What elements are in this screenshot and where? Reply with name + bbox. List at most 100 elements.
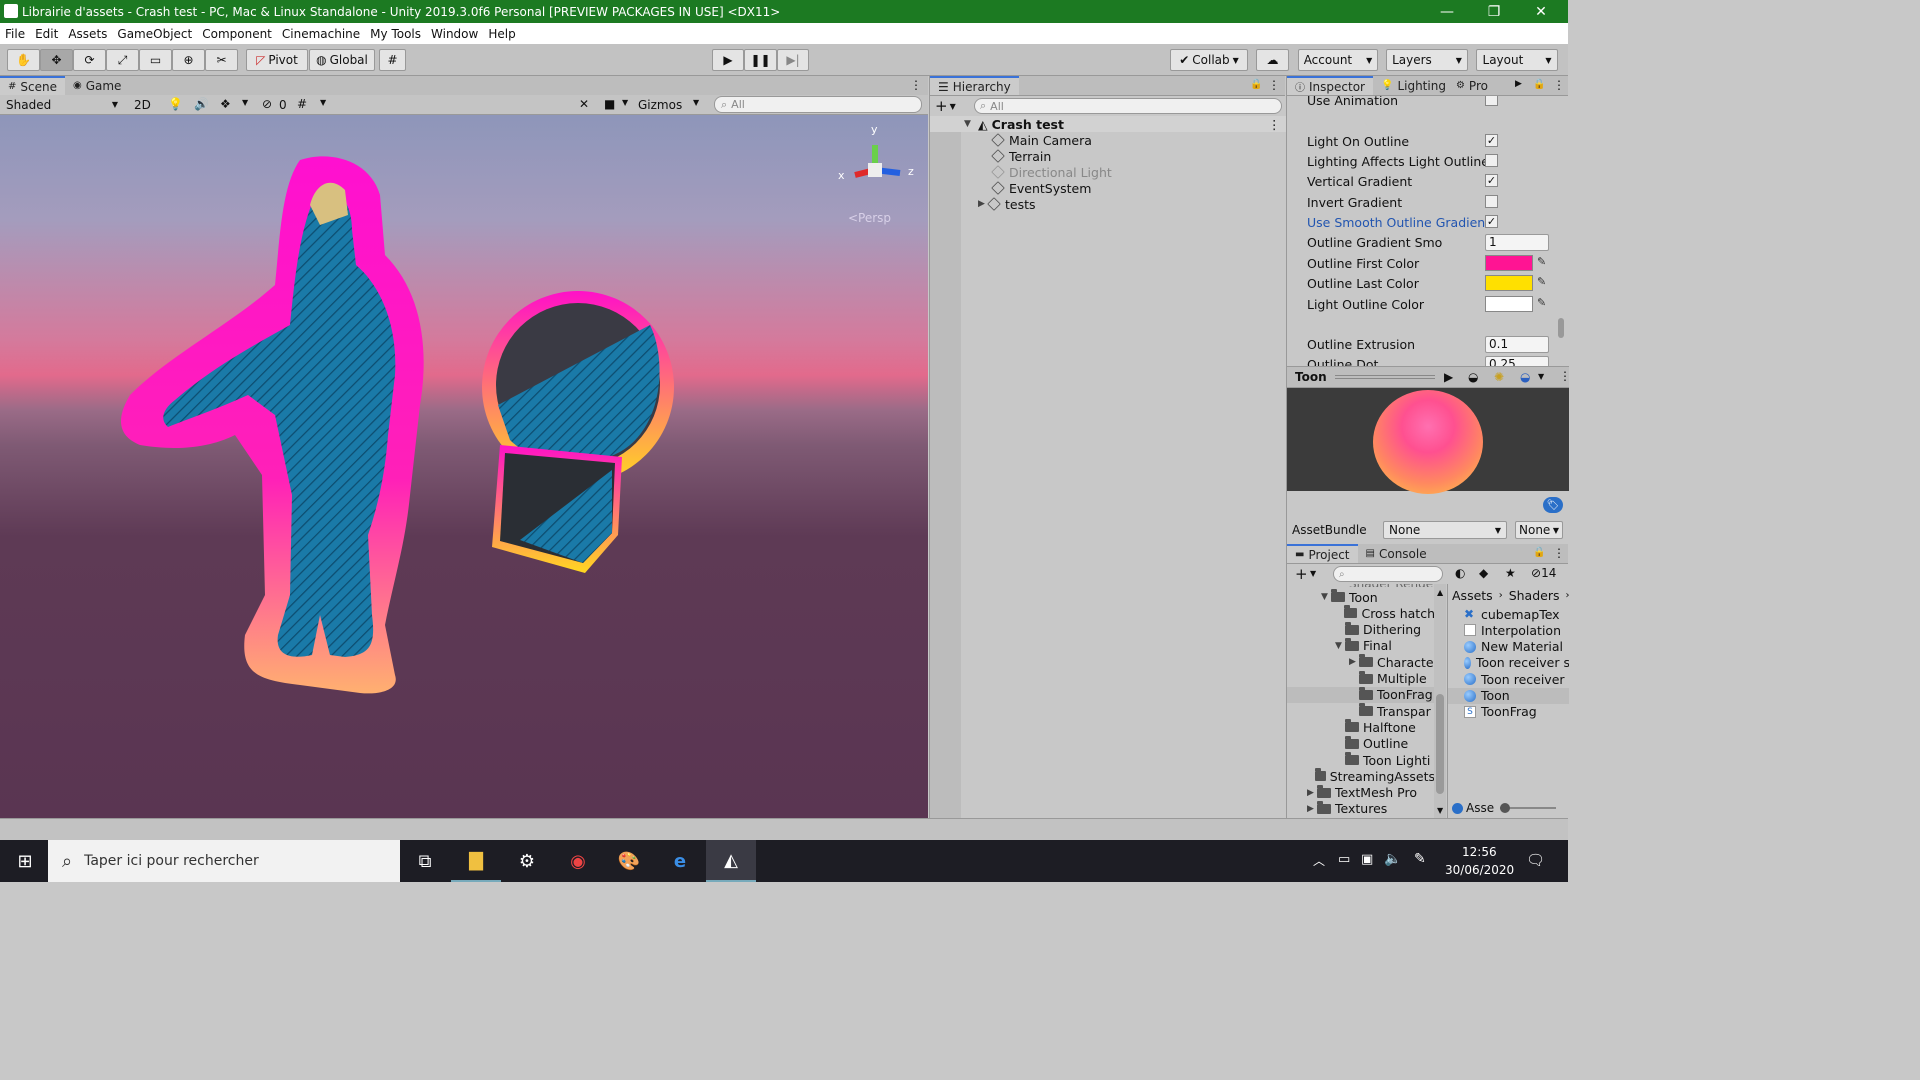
folder-tree-item[interactable]: ▶ Characte [1287, 654, 1435, 670]
lock-icon[interactable]: 🔒 [1533, 79, 1545, 90]
visibility-off-icon[interactable]: ⊘ [262, 97, 272, 111]
grid-toggle-icon[interactable]: # [297, 97, 307, 111]
filter-type-icon[interactable]: ◐ [1455, 566, 1465, 580]
layers-dropdown[interactable]: Layers ▼ [1386, 49, 1468, 71]
eyedropper-icon[interactable]: ✎ [1537, 296, 1549, 310]
material-preview[interactable] [1287, 388, 1569, 494]
battery-icon[interactable]: ▭ [1338, 852, 1350, 867]
play-button[interactable]: ▶ [712, 49, 744, 71]
layout-dropdown[interactable]: Layout ▼ [1476, 49, 1558, 71]
asset-list-item[interactable]: ✖ cubemapTex [1448, 606, 1569, 622]
chevron-up-icon[interactable]: ︿ [1313, 852, 1325, 869]
prop-use-animation-checkbox[interactable] [1485, 96, 1498, 106]
minimize-button[interactable]: — [1423, 0, 1471, 23]
prop-smooth-gradient-checkbox[interactable]: ✓ [1485, 215, 1498, 228]
hierarchy-item-terrain[interactable]: Terrain [930, 148, 1286, 164]
icon-size-slider[interactable] [1500, 803, 1556, 813]
scene-row[interactable]: ▼ ◭ Crash test ⋮ [930, 116, 1286, 132]
assetbundle-variant-dropdown[interactable]: None ▼ [1515, 521, 1563, 539]
hand-tool-button[interactable]: ✋ [7, 49, 40, 71]
step-button[interactable]: ▶| [777, 49, 809, 71]
eyedropper-icon[interactable]: ✎ [1537, 255, 1549, 269]
chevron-right-icon[interactable]: ▶ [1307, 804, 1317, 814]
clock-time[interactable]: 12:56 [1462, 845, 1497, 859]
shading-dropdown[interactable]: Shaded ▼ [2, 96, 122, 113]
kebab-menu-icon[interactable]: ⋮ [1559, 369, 1571, 383]
taskbar-search-box[interactable]: ⌕ Taper ici pour rechercher [48, 840, 400, 882]
preview-drag-handle[interactable] [1335, 375, 1435, 379]
chevron-down-icon[interactable]: ▼ [1437, 806, 1443, 815]
kebab-menu-icon[interactable]: ⋮ [1553, 546, 1565, 560]
cloud-button[interactable]: ☁ [1256, 49, 1289, 71]
chevron-down-icon[interactable]: ▼ [242, 98, 248, 107]
kebab-menu-icon[interactable]: ⋮ [1268, 117, 1281, 132]
hierarchy-item-main-camera[interactable]: Main Camera [930, 132, 1286, 148]
tab-lighting[interactable]: 💡 Lighting [1373, 76, 1454, 95]
add-icon[interactable]: + [1295, 565, 1308, 583]
close-button[interactable]: ✕ [1517, 0, 1565, 23]
hierarchy-item-tests[interactable]: ▶ tests [930, 196, 1286, 212]
rotate-tool-button[interactable]: ⟳ [73, 49, 106, 71]
menu-cinemachine[interactable]: Cinemachine [277, 27, 365, 41]
pen-icon[interactable]: ✎ [1414, 851, 1426, 867]
asset-list-item[interactable]: Toon [1448, 687, 1569, 704]
chevron-down-icon[interactable]: ▼ [622, 98, 628, 107]
prop-lighting-affects-checkbox[interactable] [1485, 154, 1498, 167]
scene-search-input[interactable]: ⌕ All [714, 96, 922, 113]
chevron-right-icon[interactable]: ▶ [1307, 788, 1317, 798]
orientation-gizmo[interactable]: y x z <Persp [838, 123, 914, 225]
light-outline-color-swatch[interactable] [1485, 296, 1533, 312]
folder-tree-item[interactable]: Outline [1287, 735, 1435, 752]
lock-icon[interactable]: 🔒 [1533, 547, 1545, 558]
tab-project[interactable]: ▬ Project [1287, 544, 1358, 563]
inspector-scrollbar[interactable] [1557, 98, 1565, 364]
menu-help[interactable]: Help [483, 27, 520, 41]
kebab-menu-icon[interactable]: ⋮ [1553, 78, 1565, 92]
menu-gameobject[interactable]: GameObject [112, 27, 197, 41]
file-explorer-button[interactable]: ▇ [451, 840, 501, 882]
assetbundle-dropdown[interactable]: None ▼ [1383, 521, 1507, 539]
scene-viewport[interactable]: y x z <Persp [0, 115, 928, 818]
tab-scene[interactable]: # Scene [0, 76, 65, 95]
asset-list-item[interactable]: Toon receiver [1448, 671, 1569, 687]
tree-scrollbar[interactable]: ▲ ▼ [1434, 584, 1446, 818]
scale-tool-button[interactable]: ⤢ [106, 49, 139, 71]
folder-tree-item[interactable]: ToonFrag [1287, 686, 1435, 703]
chevron-down-icon[interactable]: ▼ [1310, 569, 1316, 578]
chevron-down-icon[interactable]: ▼ [950, 102, 956, 111]
lock-icon[interactable]: 🔒 [1250, 79, 1262, 90]
chevron-right-icon[interactable]: ▶ [1349, 657, 1359, 667]
chevron-up-icon[interactable]: ▲ [1437, 588, 1443, 597]
kebab-menu-icon[interactable]: ⋮ [1268, 78, 1280, 92]
tab-console[interactable]: ▤ Console [1358, 544, 1435, 563]
menu-file[interactable]: File [0, 27, 30, 41]
menu-my-tools[interactable]: My Tools [365, 27, 426, 41]
collab-dropdown[interactable]: ✔ Collab ▼ [1170, 49, 1248, 71]
prop-invert-gradient-checkbox[interactable] [1485, 195, 1498, 208]
folder-tree-item[interactable]: Toon Lighti [1287, 752, 1435, 768]
prop-outline-gradient-smoothness-field[interactable]: 1 [1485, 234, 1549, 251]
folder-tree-item[interactable]: ▼ Final [1287, 637, 1435, 654]
hierarchy-item-eventsystem[interactable]: EventSystem [930, 180, 1286, 196]
outline-last-color-swatch[interactable] [1485, 275, 1533, 291]
folder-tree-item[interactable]: StreamingAssets [1287, 768, 1435, 784]
scrollbar-thumb[interactable] [1436, 694, 1444, 794]
effects-toggle-icon[interactable]: ❖ [220, 97, 231, 111]
chevron-down-icon[interactable]: ▼ [320, 98, 326, 107]
settings-button[interactable]: ⚙ [502, 840, 552, 882]
volume-icon[interactable]: 🔈 [1384, 851, 1401, 867]
filter-label-icon[interactable]: ◆ [1479, 566, 1488, 580]
chevron-down-icon[interactable]: ▼ [1321, 592, 1331, 602]
menu-window[interactable]: Window [426, 27, 483, 41]
breadcrumb-shaders[interactable]: Shaders [1509, 588, 1560, 603]
maximize-button[interactable]: ❐ [1470, 0, 1518, 23]
gizmos-dropdown[interactable]: Gizmos [638, 98, 682, 112]
global-toggle[interactable]: ◍ Global [309, 49, 375, 71]
edge-button[interactable]: e [655, 840, 705, 882]
tab-hierarchy[interactable]: ☰ Hierarchy [930, 76, 1019, 95]
tab-pro[interactable]: ⚙ Pro [1454, 76, 1490, 95]
notifications-icon[interactable]: 🗨 [1526, 851, 1545, 869]
audio-toggle-icon[interactable]: 🔊 [194, 97, 209, 111]
asset-list-item[interactable]: S ToonFrag [1448, 704, 1569, 720]
menu-component[interactable]: Component [197, 27, 277, 41]
